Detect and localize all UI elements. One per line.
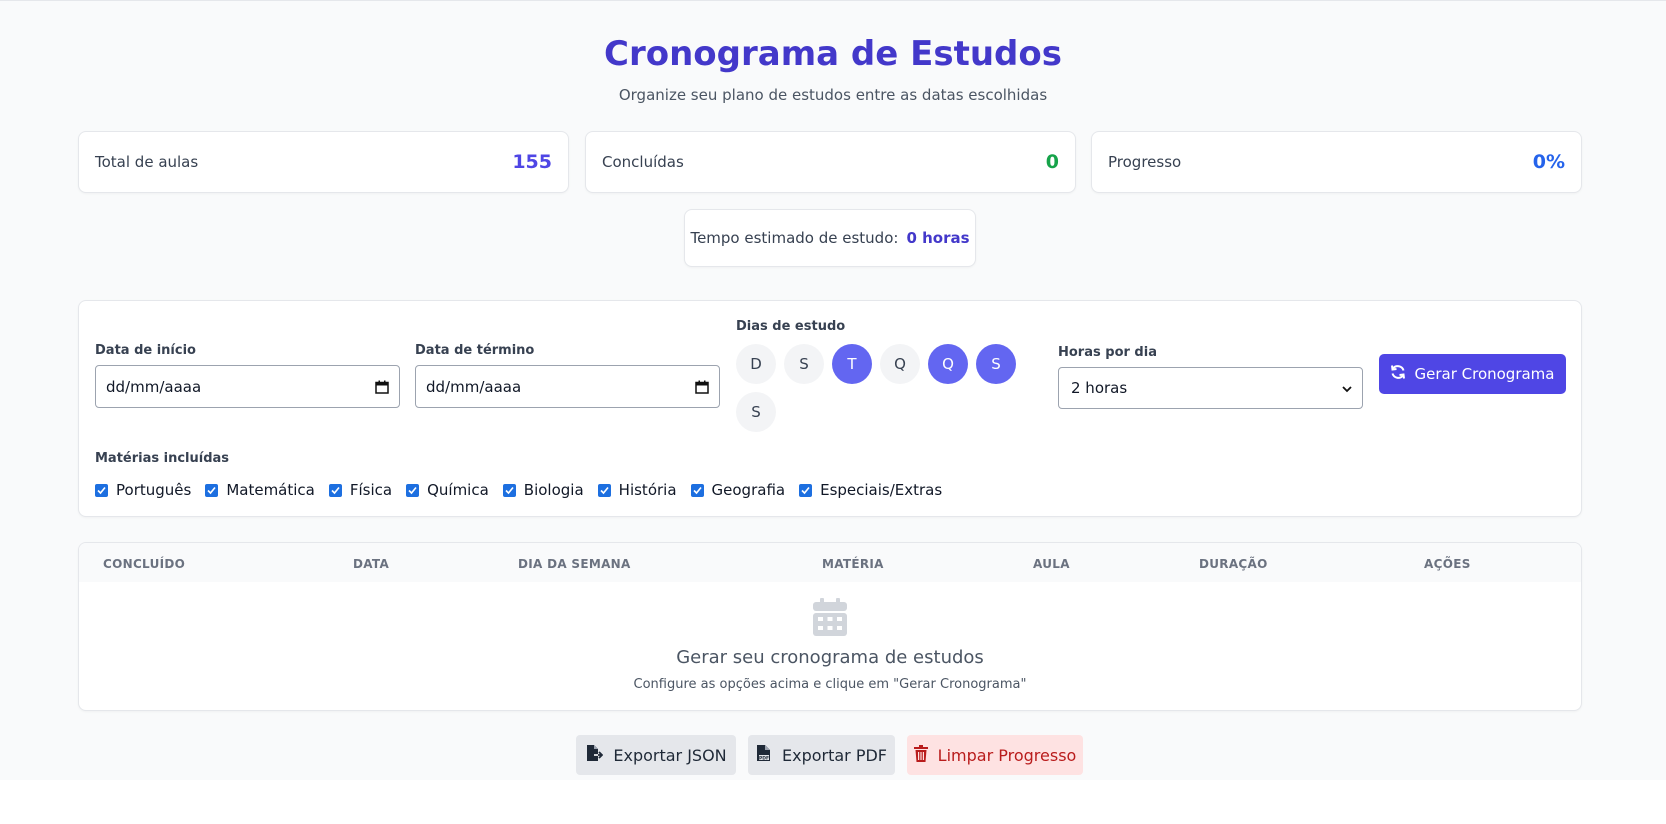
empty-state-title: Gerar seu cronograma de estudos bbox=[676, 647, 984, 668]
page-title: Cronograma de Estudos bbox=[604, 34, 1062, 74]
subject-checkbox-historia[interactable]: História bbox=[597, 481, 677, 499]
subject-label: Física bbox=[349, 481, 393, 499]
stat-label: Total de aulas bbox=[95, 153, 199, 171]
day-toggle-friday[interactable]: S bbox=[976, 344, 1016, 384]
column-header: AÇÕES bbox=[1424, 557, 1471, 571]
table-header: CONCLUÍDO DATA DIA DA SEMANA MATÉRIA AUL… bbox=[79, 543, 1581, 582]
checkbox-checked-icon[interactable] bbox=[406, 483, 420, 497]
page-subtitle: Organize seu plano de estudos entre as d… bbox=[618, 86, 1048, 104]
day-toggle-tuesday[interactable]: T bbox=[832, 344, 872, 384]
chevron-down-icon bbox=[1342, 379, 1352, 397]
end-date-label: Data de término bbox=[415, 343, 535, 358]
column-header: DIA DA SEMANA bbox=[518, 557, 631, 571]
stat-value: 155 bbox=[512, 151, 552, 173]
stat-card-completed: Concluídas 0 bbox=[585, 131, 1076, 193]
hours-per-day-value: 2 horas bbox=[1071, 379, 1128, 397]
file-export-icon bbox=[585, 744, 604, 766]
day-toggle-wednesday[interactable]: Q bbox=[880, 344, 920, 384]
subject-label: Biologia bbox=[523, 481, 584, 499]
svg-text:PDF: PDF bbox=[759, 755, 769, 761]
end-date-input[interactable]: dd/mm/aaaa bbox=[415, 365, 720, 408]
subject-checkbox-fisica[interactable]: Física bbox=[328, 481, 393, 499]
column-header: MATÉRIA bbox=[822, 557, 884, 571]
calendar-icon[interactable] bbox=[375, 380, 389, 394]
subject-label: Geografia bbox=[711, 481, 786, 499]
subject-checkbox-portugues[interactable]: Português bbox=[95, 481, 191, 499]
study-days-label: Dias de estudo bbox=[736, 319, 846, 334]
subject-checkbox-geografia[interactable]: Geografia bbox=[690, 481, 786, 499]
subjects-list: Português Matemática Física Química Biol… bbox=[95, 481, 956, 499]
export-pdf-label: Exportar PDF bbox=[781, 745, 887, 765]
export-json-label: Exportar JSON bbox=[613, 745, 727, 765]
checkbox-checked-icon[interactable] bbox=[328, 483, 342, 497]
subject-label: Química bbox=[427, 481, 489, 499]
end-date-value: dd/mm/aaaa bbox=[426, 377, 522, 396]
stat-card-total: Total de aulas 155 bbox=[78, 131, 569, 193]
empty-state-subtitle: Configure as opções acima e clique em "G… bbox=[633, 677, 1027, 692]
refresh-icon bbox=[1390, 364, 1406, 384]
checkbox-checked-icon[interactable] bbox=[597, 483, 611, 497]
stat-label: Concluídas bbox=[602, 153, 684, 171]
stat-value: 0 bbox=[1045, 151, 1059, 173]
schedule-table: CONCLUÍDO DATA DIA DA SEMANA MATÉRIA AUL… bbox=[78, 542, 1582, 711]
start-date-input[interactable]: dd/mm/aaaa bbox=[95, 365, 400, 408]
checkbox-checked-icon[interactable] bbox=[502, 483, 516, 497]
export-pdf-button[interactable]: PDF Exportar PDF bbox=[748, 735, 895, 775]
subject-label: Matemática bbox=[226, 481, 315, 499]
day-toggle-thursday[interactable]: Q bbox=[928, 344, 968, 384]
export-json-button[interactable]: Exportar JSON bbox=[576, 735, 736, 775]
subject-label: Especiais/Extras bbox=[820, 481, 943, 499]
column-header: DURAÇÃO bbox=[1199, 557, 1268, 571]
subject-label: História bbox=[618, 481, 677, 499]
clear-progress-label: Limpar Progresso bbox=[937, 745, 1077, 765]
stat-label: Progresso bbox=[1108, 153, 1182, 171]
checkbox-checked-icon[interactable] bbox=[690, 483, 704, 497]
stat-card-progress: Progresso 0% bbox=[1091, 131, 1582, 193]
page: Cronograma de Estudos Organize seu plano… bbox=[0, 0, 1666, 780]
clear-progress-button[interactable]: Limpar Progresso bbox=[907, 735, 1083, 775]
generate-schedule-label: Gerar Cronograma bbox=[1414, 365, 1555, 383]
start-date-label: Data de início bbox=[95, 343, 196, 358]
start-date-value: dd/mm/aaaa bbox=[106, 377, 202, 396]
column-header: DATA bbox=[353, 557, 390, 571]
subject-checkbox-especiais[interactable]: Especiais/Extras bbox=[799, 481, 942, 499]
trash-icon bbox=[913, 744, 928, 766]
hours-per-day-select[interactable]: 2 horas bbox=[1058, 367, 1363, 409]
estimated-time-label: Tempo estimado de estudo: bbox=[690, 229, 899, 247]
checkbox-checked-icon[interactable] bbox=[95, 483, 108, 497]
checkbox-checked-icon[interactable] bbox=[799, 483, 813, 497]
day-toggle-saturday[interactable]: S bbox=[736, 392, 776, 432]
subject-checkbox-biologia[interactable]: Biologia bbox=[502, 481, 584, 499]
subject-checkbox-matematica[interactable]: Matemática bbox=[205, 481, 315, 499]
hours-per-day-label: Horas por dia bbox=[1058, 345, 1157, 360]
file-pdf-icon: PDF bbox=[756, 744, 772, 766]
calendar-icon bbox=[813, 598, 847, 640]
estimated-time-value: 0 horas bbox=[906, 229, 970, 247]
column-header: AULA bbox=[1033, 557, 1070, 571]
day-toggle-monday[interactable]: S bbox=[784, 344, 824, 384]
day-toggle-sunday[interactable]: D bbox=[736, 344, 776, 384]
estimated-time-card: Tempo estimado de estudo: 0 horas bbox=[684, 209, 976, 267]
subjects-label: Matérias incluídas bbox=[95, 451, 230, 466]
generate-schedule-button[interactable]: Gerar Cronograma bbox=[1379, 354, 1566, 394]
calendar-icon[interactable] bbox=[695, 380, 709, 394]
column-header: CONCLUÍDO bbox=[103, 557, 186, 571]
config-panel: Data de início dd/mm/aaaa Data de términ… bbox=[78, 300, 1582, 517]
subject-checkbox-quimica[interactable]: Química bbox=[406, 481, 489, 499]
checkbox-checked-icon[interactable] bbox=[205, 483, 219, 497]
stat-value: 0% bbox=[1532, 151, 1565, 173]
subject-label: Português bbox=[116, 481, 192, 499]
